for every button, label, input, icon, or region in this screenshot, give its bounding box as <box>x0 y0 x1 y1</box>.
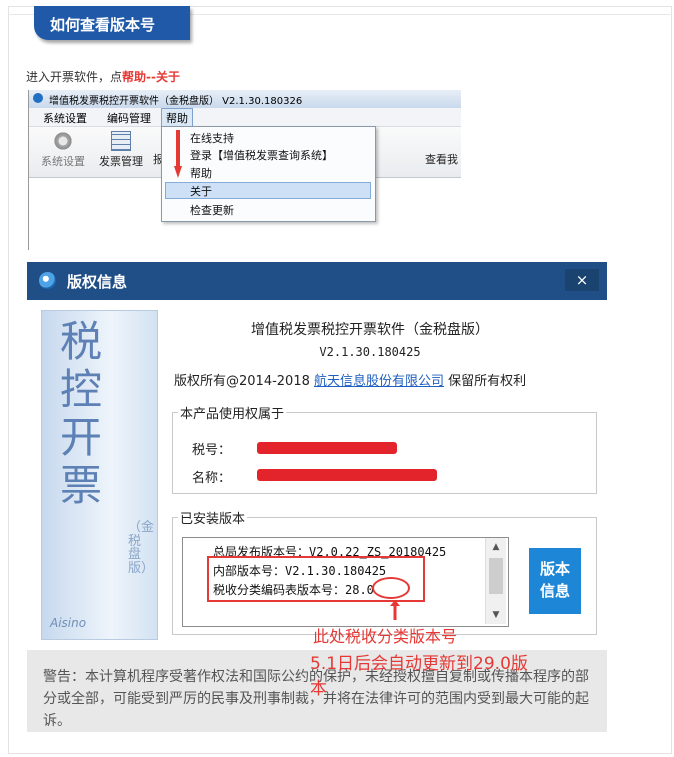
close-button[interactable]: × <box>565 269 599 291</box>
app-logo-icon <box>39 272 56 289</box>
product-side-banner: 税 控 开 票 （金税盘版） Aisino <box>41 310 158 640</box>
dropdown-item-help[interactable]: 帮助 <box>190 165 212 181</box>
scroll-down-icon[interactable]: ▼ <box>486 608 506 622</box>
version-button-line1: 版本 <box>539 560 570 578</box>
instruction-text: 进入开票软件，点帮助--关于 <box>26 68 180 85</box>
company-link[interactable]: 航天信息股份有限公司 <box>314 374 444 389</box>
scroll-thumb[interactable] <box>489 558 503 594</box>
section-title: 如何查看版本号 <box>50 16 156 34</box>
company-name-redacted <box>257 469 437 481</box>
company-name-label: 名称： <box>192 471 232 486</box>
menu-help[interactable]: 帮助 <box>161 108 193 128</box>
window-titlebar: 增值税发票税控开票软件（金税盘版） V2.1.30.180326 <box>29 90 461 108</box>
annotation-update-note: 5.1日后会自动更新到29.0版 本 <box>310 649 528 699</box>
brand-logo-text: Aisino <box>50 616 87 630</box>
annotation-update-text: 5.1日后会自动更新到29.0版 <box>310 654 528 674</box>
copyright-suffix: 保留所有权利 <box>448 374 527 389</box>
window-title: 增值税发票税控开票软件（金税盘版） V2.1.30.180326 <box>49 96 303 107</box>
scroll-up-icon[interactable]: ▲ <box>486 540 506 554</box>
dropdown-item-online-support[interactable]: 在线支持 <box>190 130 234 146</box>
banner-char: 开 <box>60 413 103 462</box>
menu-system-settings[interactable]: 系统设置 <box>43 110 87 126</box>
product-version: V2.1.30.180425 <box>319 345 421 359</box>
toolbar-label: 发票管理 <box>99 155 143 168</box>
toolbar-label: 系统设置 <box>41 155 85 168</box>
copyright-line: 版权所有@2014-2018 航天信息股份有限公司 保留所有权利 <box>174 370 526 389</box>
dialog-titlebar: 版权信息 × <box>27 262 607 300</box>
instruction-prefix: 进入开票软件，点 <box>26 70 123 84</box>
gear-icon <box>53 131 73 151</box>
highlight-ellipse <box>372 577 410 599</box>
dropdown-item-login-query[interactable]: 登录【增值税发票查询系统】 <box>190 147 333 163</box>
copyright-prefix: 版权所有@2014-2018 <box>174 374 310 389</box>
about-dialog: 版权信息 × 税 控 开 票 （金税盘版） Aisino 增值税发票税控开票软件… <box>27 262 607 732</box>
section-tag: 如何查看版本号 <box>34 6 190 40</box>
installed-group-title: 已安装版本 <box>178 508 248 527</box>
menu-code-management[interactable]: 编码管理 <box>107 110 151 126</box>
version-scrollbar[interactable]: ▲ ▼ <box>485 538 506 624</box>
toolbar-label: 查看我 <box>425 153 458 166</box>
red-down-arrow-icon <box>174 130 182 178</box>
banner-char: 税 <box>60 317 103 366</box>
banner-subtitle: （金税盘版） <box>128 520 155 576</box>
version-info-button[interactable]: 版本 信息 <box>529 548 581 614</box>
instruction-highlight: 帮助--关于 <box>122 70 180 84</box>
dialog-title: 版权信息 <box>67 273 128 291</box>
annotation-note: 此处税收分类版本号 <box>313 627 458 646</box>
invoice-grid-icon <box>111 131 131 151</box>
toolbar-system-settings[interactable]: 系统设置 <box>41 131 85 169</box>
red-up-arrow-icon <box>390 600 400 620</box>
help-dropdown-menu: 在线支持 登录【增值税发票查询系统】 帮助 关于 检查更新 <box>161 126 376 222</box>
dropdown-item-about[interactable]: 关于 <box>190 183 212 199</box>
banner-char: 票 <box>60 461 103 510</box>
version-button-line2: 信息 <box>539 582 570 600</box>
toolbar-invoice-management[interactable]: 发票管理 <box>99 131 143 169</box>
app-icon <box>33 93 43 103</box>
annotation-update-tail: 本 <box>310 679 327 699</box>
menu-bar: 系统设置 编码管理 帮助 <box>29 108 461 128</box>
owner-group-title: 本产品使用权属于 <box>178 403 287 422</box>
toolbar-view[interactable]: 查看我 <box>425 151 458 167</box>
tax-id-label: 税号： <box>192 443 232 458</box>
screenshot-help-menu: 增值税发票税控开票软件（金税盘版） V2.1.30.180326 系统设置 编码… <box>28 90 461 250</box>
banner-char: 控 <box>60 365 103 414</box>
tax-id-redacted <box>257 442 397 454</box>
product-name: 增值税发票税控开票软件（金税盘版） <box>251 322 489 338</box>
dropdown-item-check-update[interactable]: 检查更新 <box>190 202 234 218</box>
